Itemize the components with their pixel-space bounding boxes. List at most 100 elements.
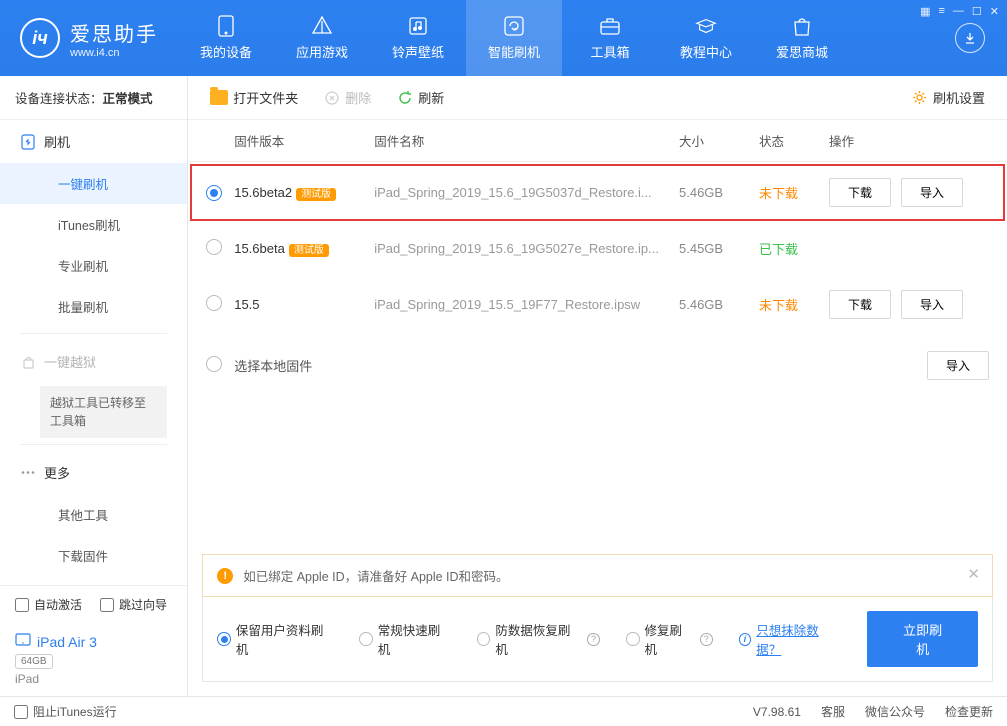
- win-menu-icon[interactable]: ▦: [920, 5, 930, 18]
- nav-toolbox[interactable]: 工具箱: [562, 0, 658, 76]
- firmware-radio[interactable]: [206, 185, 222, 201]
- ipad-icon: [15, 633, 31, 650]
- flash-now-button[interactable]: 立即刷机: [867, 611, 978, 667]
- import-button[interactable]: 导入: [901, 178, 963, 207]
- flash-settings-button[interactable]: 刷机设置: [904, 83, 993, 112]
- delete-icon: [324, 90, 340, 106]
- sidebar-cat-more[interactable]: 更多: [0, 451, 187, 494]
- sidebar-item-other-tools[interactable]: 其他工具: [0, 494, 187, 535]
- check-update-link[interactable]: 检查更新: [945, 703, 993, 720]
- firmware-version: 15.5: [234, 297, 374, 312]
- opt-repair[interactable]: 修复刷机?: [626, 620, 713, 658]
- import-button[interactable]: 导入: [901, 290, 963, 319]
- firmware-name: iPad_Spring_2019_15.6_19G5027e_Restore.i…: [374, 241, 679, 256]
- col-action: 操作: [829, 131, 989, 150]
- radio-local[interactable]: [206, 356, 222, 372]
- firmware-version: 15.6beta测试版: [234, 241, 374, 256]
- device-storage: 64GB: [15, 654, 53, 669]
- open-folder-button[interactable]: 打开文件夹: [202, 83, 306, 112]
- nav-ringtones[interactable]: 铃声壁纸: [370, 0, 466, 76]
- lock-icon: [20, 354, 36, 370]
- firmware-status: 未下载: [759, 295, 829, 314]
- device-type: iPad: [15, 672, 172, 686]
- device-info[interactable]: iPad Air 3 64GB iPad: [0, 623, 187, 696]
- col-name: 固件名称: [374, 131, 679, 150]
- local-firmware-row: 选择本地固件 导入: [188, 335, 1007, 396]
- skip-guide-checkbox[interactable]: 跳过向导: [100, 596, 167, 613]
- win-minimize-icon[interactable]: —: [953, 5, 964, 18]
- gear-icon: [912, 90, 928, 106]
- wechat-link[interactable]: 微信公众号: [865, 703, 925, 720]
- col-size: 大小: [679, 131, 759, 150]
- flash-icon: [503, 15, 525, 37]
- opt-anti-recovery[interactable]: 防数据恢复刷机?: [477, 620, 600, 658]
- flash-small-icon: [20, 134, 36, 150]
- nav-apps[interactable]: 应用游戏: [274, 0, 370, 76]
- import-local-button[interactable]: 导入: [927, 351, 989, 380]
- block-itunes-checkbox[interactable]: 阻止iTunes运行: [14, 703, 117, 720]
- firmware-row[interactable]: 15.6beta测试版 iPad_Spring_2019_15.6_19G502…: [188, 223, 1007, 274]
- firmware-row[interactable]: 15.5 iPad_Spring_2019_15.5_19F77_Restore…: [188, 274, 1007, 335]
- sidebar-jailbreak-note: 越狱工具已转移至工具箱: [40, 386, 167, 438]
- store-icon: [791, 15, 813, 37]
- connection-status: 设备连接状态：正常模式: [0, 76, 187, 120]
- firmware-name: iPad_Spring_2019_15.5_19F77_Restore.ipsw: [374, 297, 679, 312]
- opt-normal[interactable]: 常规快速刷机: [359, 620, 451, 658]
- main-nav: 我的设备 应用游戏 铃声壁纸 智能刷机 工具箱 教程中心 爱思商城: [178, 0, 955, 76]
- sidebar-cat-flash[interactable]: 刷机: [0, 120, 187, 163]
- apps-icon: [311, 15, 333, 37]
- auto-activate-checkbox[interactable]: 自动激活: [15, 596, 82, 613]
- nav-flash[interactable]: 智能刷机: [466, 0, 562, 76]
- status-bar: 阻止iTunes运行 V7.98.61 客服 微信公众号 检查更新: [0, 696, 1007, 726]
- music-icon: [407, 15, 429, 37]
- toolbox-icon: [599, 15, 621, 37]
- download-button[interactable]: 下载: [829, 290, 891, 319]
- firmware-size: 5.46GB: [679, 297, 759, 312]
- download-manager-icon[interactable]: [955, 23, 985, 53]
- firmware-row[interactable]: 15.6beta2测试版 iPad_Spring_2019_15.6_19G50…: [188, 162, 1007, 223]
- firmware-status: 未下载: [759, 183, 829, 202]
- close-tip-icon[interactable]: ✕: [967, 565, 980, 583]
- main-content: 打开文件夹 删除 刷新 刷机设置 固件版本 固件名称 大小 状态 操作: [188, 76, 1007, 696]
- win-maximize-icon[interactable]: ☐: [972, 5, 982, 18]
- sidebar-item-download-fw[interactable]: 下载固件: [0, 535, 187, 576]
- app-version: V7.98.61: [753, 705, 801, 719]
- refresh-button[interactable]: 刷新: [389, 83, 452, 112]
- warning-icon: !: [217, 568, 233, 584]
- nav-tutorials[interactable]: 教程中心: [658, 0, 754, 76]
- help-icon[interactable]: ?: [587, 633, 600, 646]
- firmware-radio[interactable]: [206, 295, 222, 311]
- tutorial-icon: [695, 15, 717, 37]
- sidebar-item-oneclick[interactable]: 一键刷机: [0, 163, 187, 204]
- download-button[interactable]: 下载: [829, 178, 891, 207]
- app-logo: iч 爱思助手 www.i4.cn: [0, 18, 178, 59]
- win-list-icon[interactable]: ≡: [938, 5, 944, 18]
- firmware-size: 5.45GB: [679, 241, 759, 256]
- win-close-icon[interactable]: ✕: [990, 5, 999, 18]
- erase-data-link[interactable]: 只想抹除数据？: [756, 620, 841, 658]
- sidebar-item-advanced[interactable]: 高级功能: [0, 576, 187, 585]
- nav-my-device[interactable]: 我的设备: [178, 0, 274, 76]
- device-icon: [215, 15, 237, 37]
- sidebar: 设备连接状态：正常模式 刷机 一键刷机 iTunes刷机 专业刷机 批量刷机 一…: [0, 76, 188, 696]
- logo-icon: iч: [20, 18, 60, 58]
- firmware-size: 5.46GB: [679, 185, 759, 200]
- sidebar-item-pro[interactable]: 专业刷机: [0, 245, 187, 286]
- delete-button[interactable]: 删除: [316, 83, 379, 112]
- sidebar-item-batch[interactable]: 批量刷机: [0, 286, 187, 327]
- firmware-status: 已下载: [759, 239, 829, 258]
- support-link[interactable]: 客服: [821, 703, 845, 720]
- opt-keep-data[interactable]: 保留用户资料刷机: [217, 620, 333, 658]
- sidebar-item-itunes[interactable]: iTunes刷机: [0, 204, 187, 245]
- nav-store[interactable]: 爱思商城: [754, 0, 850, 76]
- refresh-icon: [397, 90, 413, 106]
- help-icon[interactable]: ?: [700, 633, 713, 646]
- app-subtitle: www.i4.cn: [70, 47, 158, 59]
- firmware-radio[interactable]: [206, 239, 222, 255]
- col-version: 固件版本: [234, 131, 374, 150]
- toolbar: 打开文件夹 删除 刷新 刷机设置: [188, 76, 1007, 120]
- firmware-version: 15.6beta2测试版: [234, 185, 374, 200]
- folder-icon: [210, 90, 228, 105]
- local-firmware-label: 选择本地固件: [234, 356, 829, 375]
- sidebar-cat-jailbreak: 一键越狱: [0, 340, 187, 383]
